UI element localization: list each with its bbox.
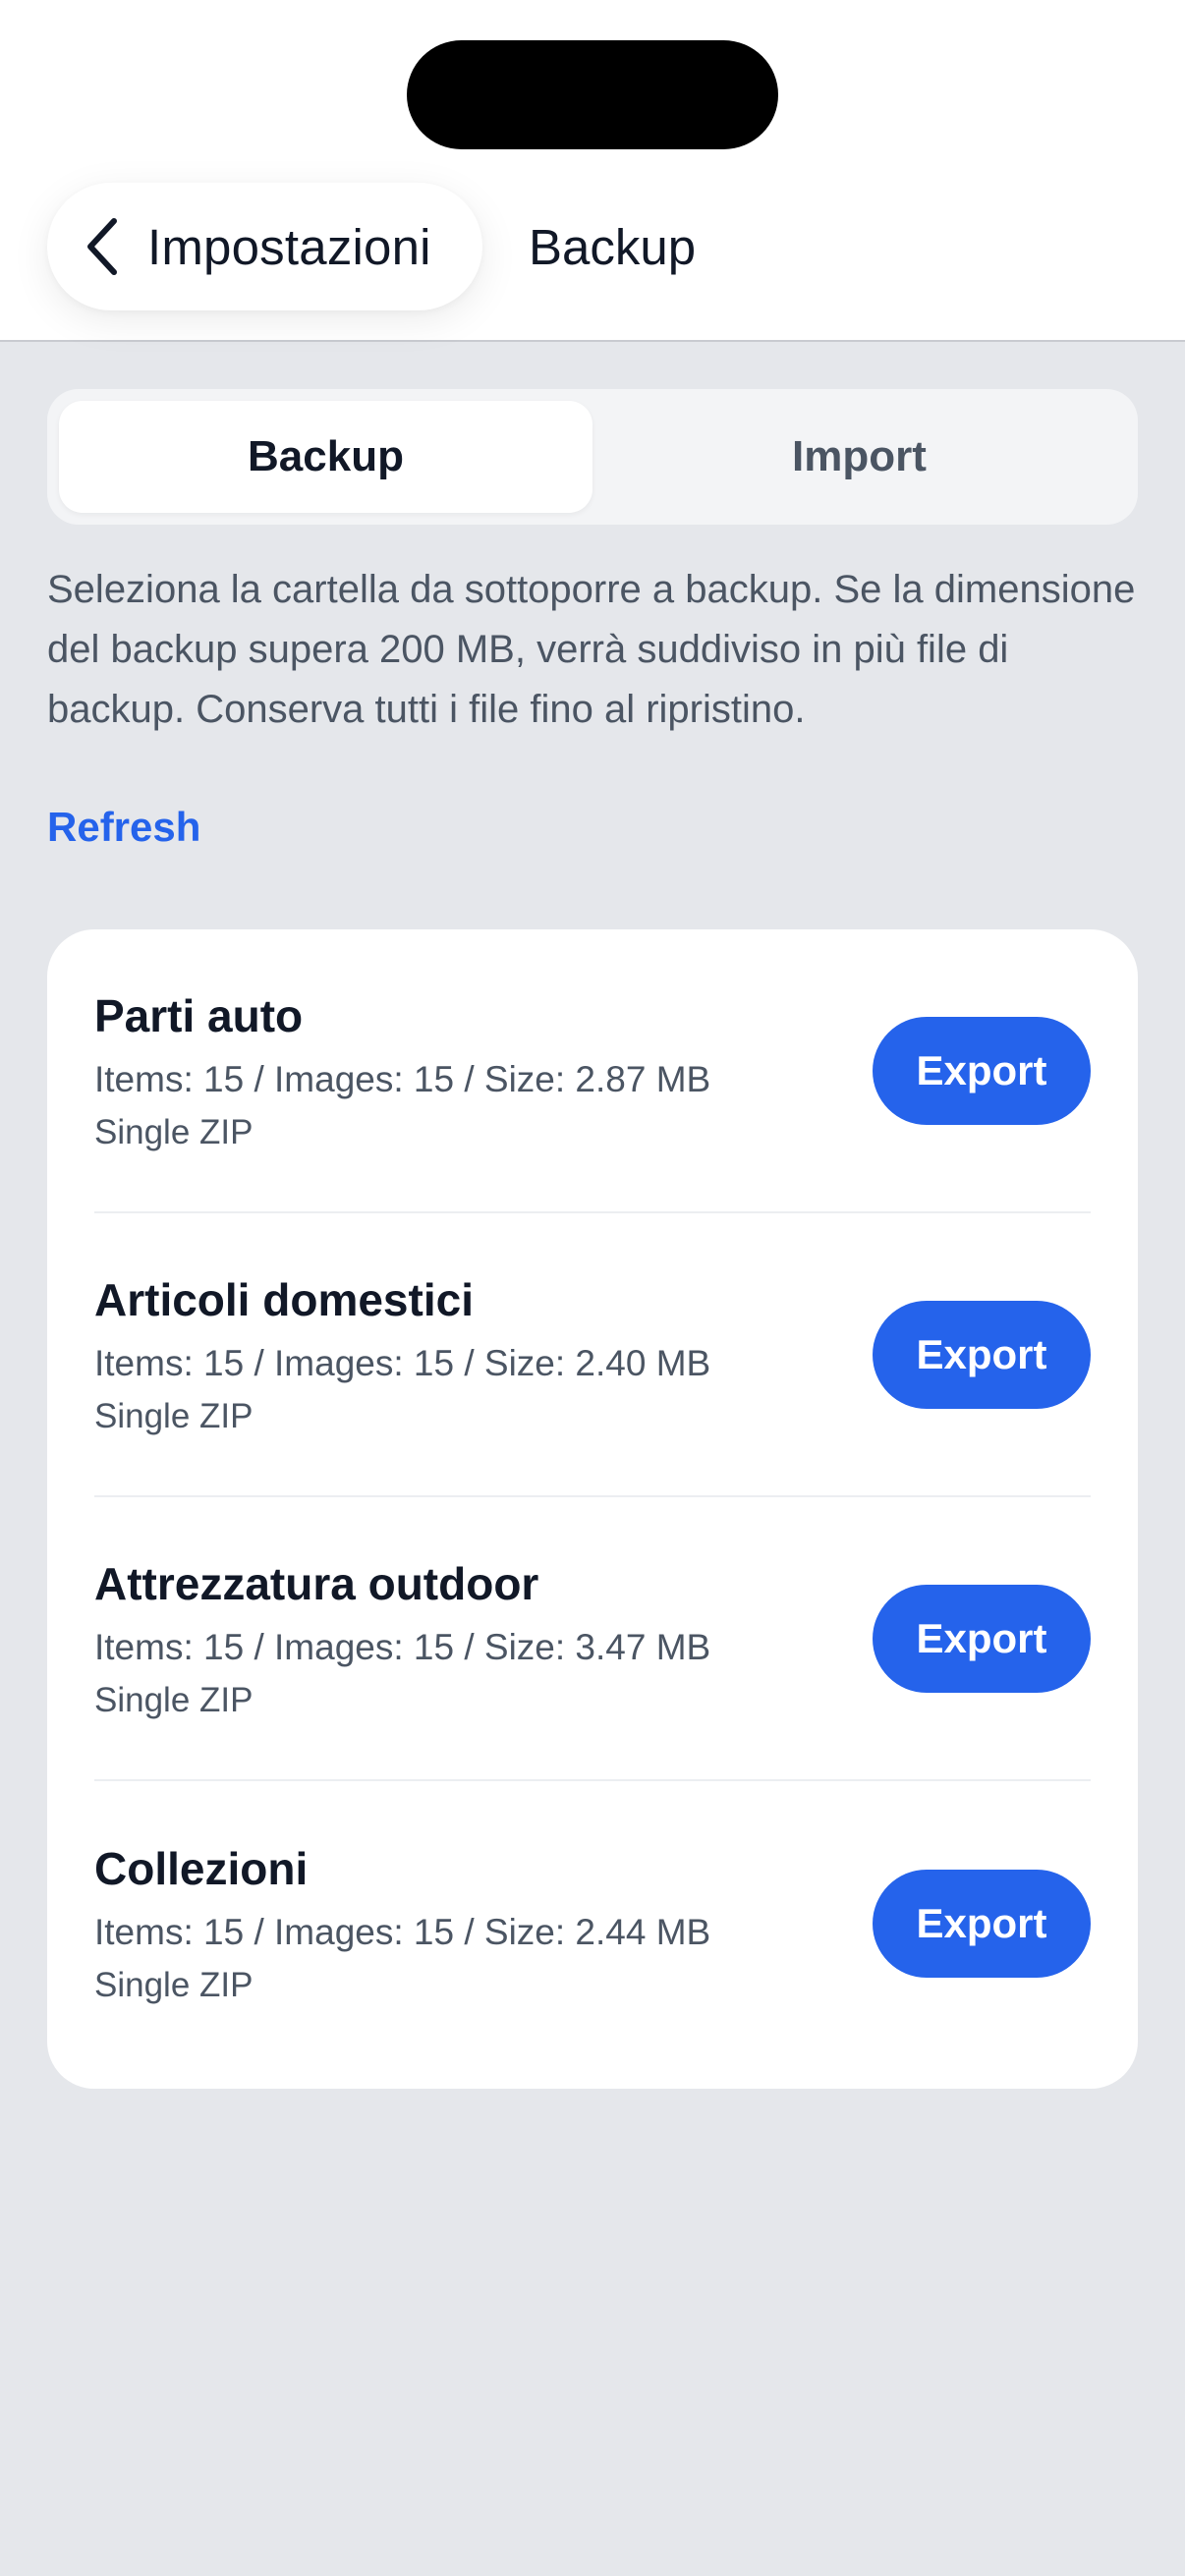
list-item-text: Parti auto Items: 15 / Images: 15 / Size…: [94, 986, 710, 1155]
navigation-header: Impostazioni Backup: [0, 0, 1185, 342]
folder-name: Parti auto: [94, 989, 304, 1041]
list-item: Attrezzatura outdoor Items: 15 / Images:…: [94, 1497, 1091, 1781]
backup-screen: Impostazioni Backup Backup Import Selezi…: [0, 0, 1185, 2576]
back-button[interactable]: Impostazioni: [47, 183, 482, 310]
folder-stats: Items: 15 / Images: 15 / Size: 2.44 MB: [94, 1911, 711, 1952]
folder-stats: Items: 15 / Images: 15 / Size: 2.40 MB: [94, 1342, 711, 1383]
list-item-text: Articoli domestici Items: 15 / Images: 1…: [94, 1270, 710, 1439]
list-item: Articoli domestici Items: 15 / Images: 1…: [94, 1213, 1091, 1497]
backup-import-segmented-control: Backup Import: [47, 389, 1138, 525]
folder-stats: Items: 15 / Images: 15 / Size: 3.47 MB: [94, 1626, 711, 1667]
page-title: Backup: [529, 219, 697, 275]
refresh-link[interactable]: Refresh: [47, 804, 200, 851]
tab-import[interactable]: Import: [592, 401, 1126, 513]
backup-description: Seleziona la cartella da sottoporre a ba…: [47, 568, 1136, 731]
folder-format: Single ZIP: [94, 1112, 254, 1151]
list-item-text: Collezioni Items: 15 / Images: 15 / Size…: [94, 1839, 710, 2008]
back-button-label: Impostazioni: [147, 218, 431, 275]
export-button[interactable]: Export: [873, 1016, 1091, 1125]
list-item: Collezioni Items: 15 / Images: 15 / Size…: [94, 1781, 1091, 2065]
dynamic-island: [407, 40, 778, 149]
folder-name: Collezioni: [94, 1842, 309, 1894]
folder-stats: Items: 15 / Images: 15 / Size: 2.87 MB: [94, 1058, 711, 1099]
folder-list: Parti auto Items: 15 / Images: 15 / Size…: [47, 929, 1138, 2089]
export-button[interactable]: Export: [873, 1300, 1091, 1409]
folder-format: Single ZIP: [94, 1965, 254, 2004]
folder-format: Single ZIP: [94, 1396, 254, 1435]
list-item-text: Attrezzatura outdoor Items: 15 / Images:…: [94, 1554, 710, 1723]
folder-format: Single ZIP: [94, 1680, 254, 1719]
folder-name: Attrezzatura outdoor: [94, 1557, 539, 1609]
list-item: Parti auto Items: 15 / Images: 15 / Size…: [94, 929, 1091, 1213]
tab-backup[interactable]: Backup: [59, 401, 592, 513]
folder-name: Articoli domestici: [94, 1273, 474, 1325]
chevron-left-icon: [81, 217, 124, 276]
export-button[interactable]: Export: [873, 1869, 1091, 1978]
export-button[interactable]: Export: [873, 1584, 1091, 1693]
